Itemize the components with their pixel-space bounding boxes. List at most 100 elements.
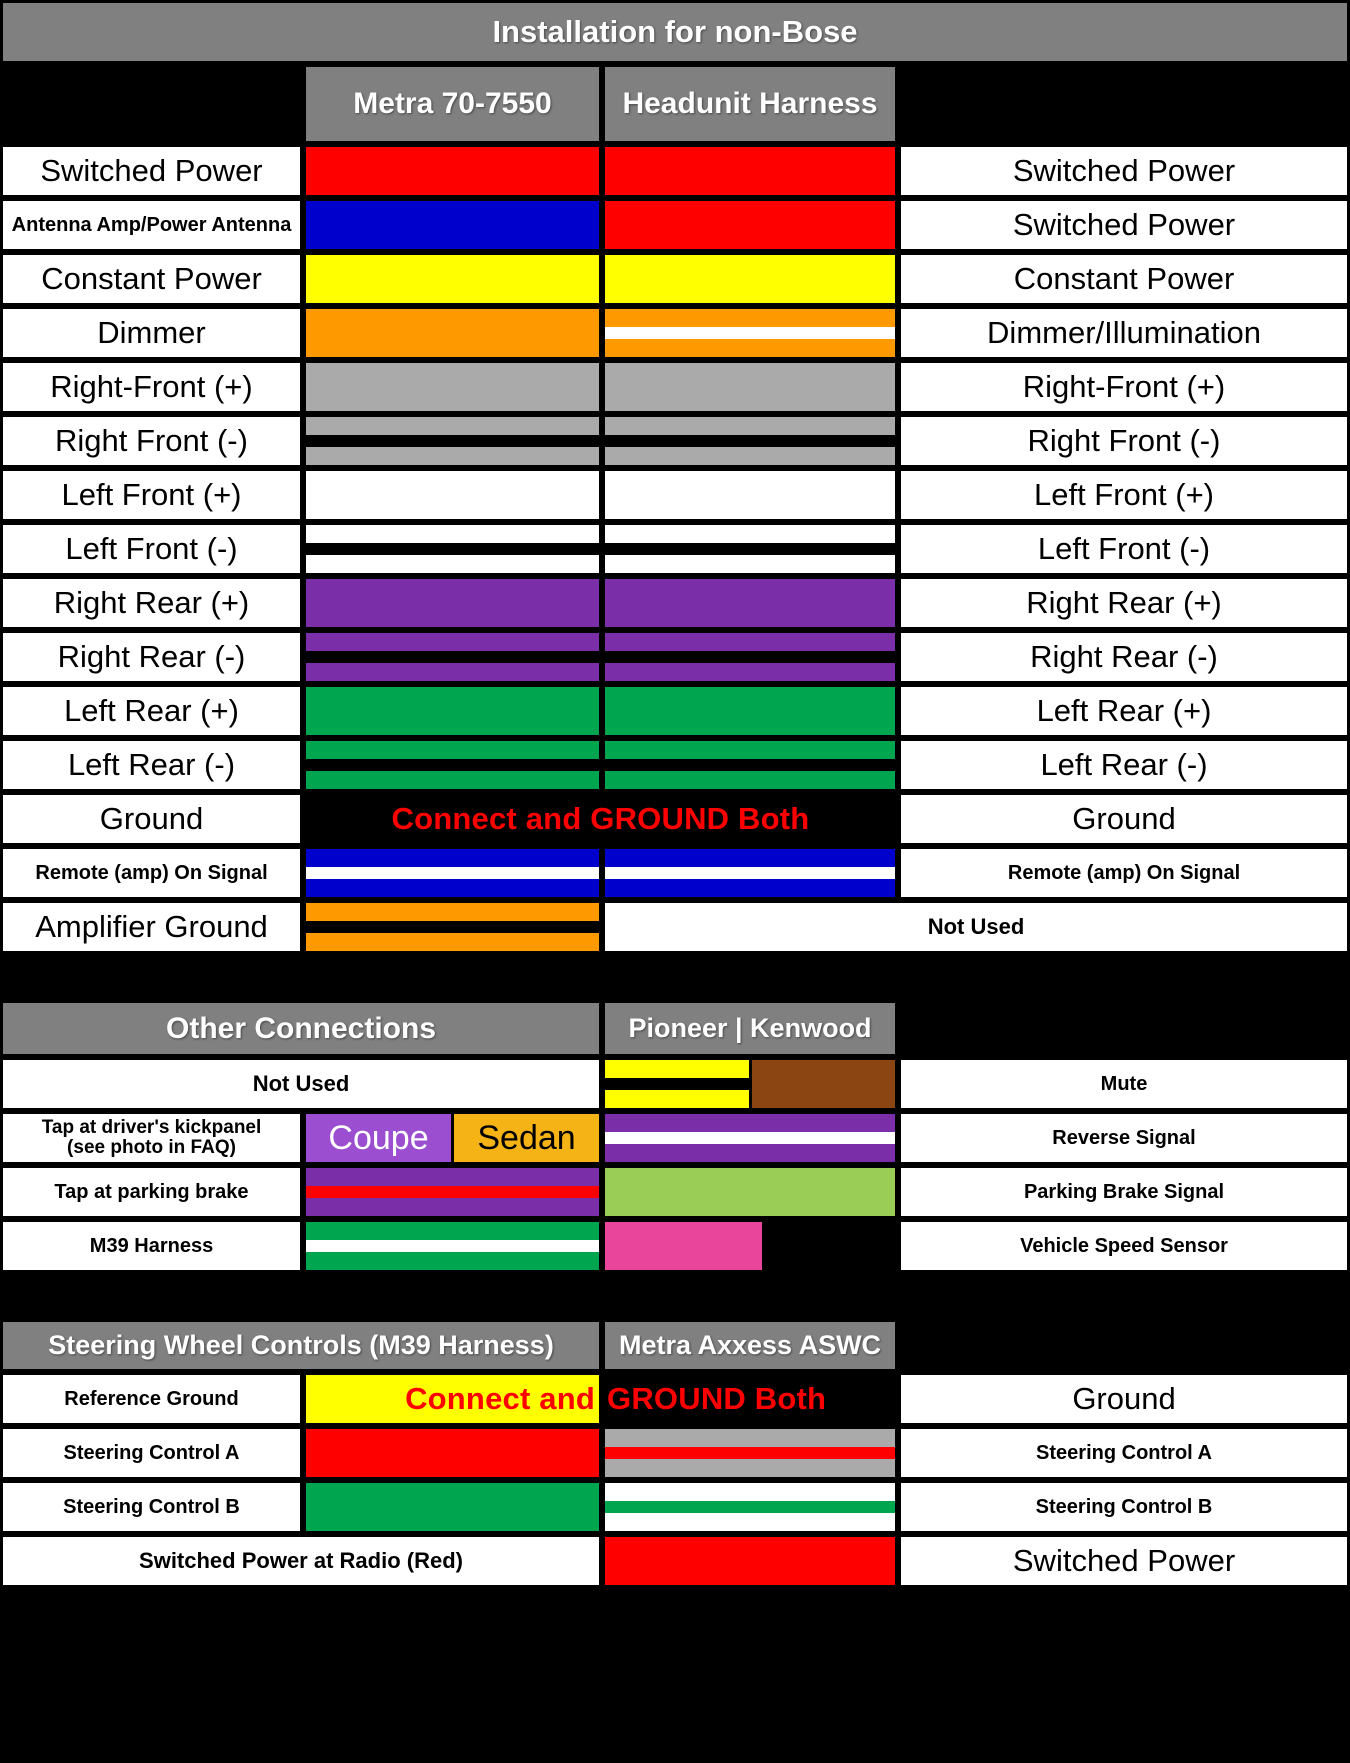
wire-band-group: [306, 417, 599, 465]
column-header-metra: Metra 70-7550: [303, 64, 602, 144]
wire-stripe: [605, 543, 895, 555]
row-label-right: Right Rear (-): [898, 630, 1350, 684]
wire-cell-metra: [303, 1165, 603, 1219]
row-label-right: Switched Power: [898, 1534, 1350, 1588]
column-header-metra-aswc: Metra Axxess ASWC: [602, 1319, 899, 1372]
wire-band-group: [605, 255, 895, 303]
wire-band: [306, 201, 599, 249]
wire-cell-headunit: [602, 360, 898, 414]
wire-band: [605, 1513, 896, 1531]
row-label-right: Left Rear (-): [898, 738, 1350, 792]
wire-band-group: [605, 471, 895, 519]
wire-cell-headunit: [602, 468, 898, 522]
row-label-right: Reverse Signal: [898, 1111, 1350, 1165]
wire-band: [306, 633, 599, 651]
table-row: Ground Connect and GROUND Both Ground: [0, 792, 1350, 846]
table-row: Remote (amp) On Signal Remote (amp) On Si…: [0, 846, 1350, 900]
wire-stripe: [605, 1132, 896, 1144]
row-label-left: Dimmer: [0, 306, 303, 360]
table-row: Right-Front (+) Right-Front (+): [0, 360, 1350, 414]
wire-band: [605, 255, 895, 303]
wire-band-group: [605, 1168, 896, 1216]
wire-band: [605, 1459, 896, 1477]
wire-band: [306, 903, 599, 921]
wire-band: [306, 255, 599, 303]
wire-cell-aswc: [602, 1426, 899, 1480]
table-row: Steering Control A Steering Control A: [0, 1426, 1350, 1480]
wire-half-right: [751, 1060, 896, 1108]
wire-cell-headunit: [602, 1165, 899, 1219]
wire-band: [306, 1483, 600, 1531]
table-row: Reference Ground Connect and GROUND Both Gr…: [0, 1372, 1350, 1426]
wire-half-blank: [761, 1222, 896, 1270]
wire-band: [306, 1222, 600, 1240]
wire-band-group: [306, 1375, 600, 1423]
wire-band: [605, 1060, 749, 1078]
table-row: Antenna Amp/Power Antenna Switched Power: [0, 198, 1350, 252]
wire-band-group: [605, 417, 895, 465]
row-label-left: Tap at parking brake: [0, 1165, 303, 1219]
wire-band-group: [306, 741, 599, 789]
wire-band-group: [605, 579, 895, 627]
wire-band: [605, 663, 895, 681]
section-2-title-row: Other Connections Pioneer | Kenwood: [0, 1000, 1350, 1057]
wire-stripe: [306, 867, 599, 879]
table-row: Constant Power Constant Power: [0, 252, 1350, 306]
row-label-right: Left Rear (+): [898, 684, 1350, 738]
wire-cell-headunit-split: [602, 1057, 899, 1111]
table-row: Dimmer Dimmer/Illumination: [0, 306, 1350, 360]
row-label-right: Ground: [898, 792, 1350, 846]
variant-coupe[interactable]: Coupe: [306, 1114, 455, 1162]
row-note-text-2: GROUND Both: [607, 1381, 827, 1416]
table-row: Left Front (+) Left Front (+): [0, 468, 1350, 522]
wire-band: [605, 1429, 896, 1447]
wire-cell-metra: [303, 468, 602, 522]
wire-cell-aswc: [602, 1480, 899, 1534]
table-row: Left Rear (-) Left Rear (-): [0, 738, 1350, 792]
table-row: Switched Power Switched Power: [0, 144, 1350, 198]
wire-band: [605, 309, 895, 327]
wire-band-group: [605, 525, 895, 573]
wire-band: [306, 447, 599, 465]
wire-band: [306, 579, 599, 627]
wire-cell-metra: [303, 576, 602, 630]
column-header-pioneer-kenwood: Pioneer | Kenwood: [602, 1000, 899, 1057]
wire-band: [605, 879, 895, 897]
wire-band: [306, 933, 599, 951]
variant-sedan-label: Sedan: [477, 1118, 576, 1157]
wire-band: [306, 1252, 600, 1270]
section-1-title: Installation for non-Bose: [0, 0, 1350, 64]
wire-band-group: [306, 849, 599, 897]
variant-cell: Coupe Sedan: [303, 1111, 603, 1165]
wire-band-group: [605, 1483, 896, 1531]
wire-band: [306, 1375, 600, 1423]
wire-band-group: [306, 633, 599, 681]
wire-cell-metra: [303, 1480, 603, 1534]
wire-cell-headunit: [602, 630, 898, 684]
section-1-column-header-row: Metra 70-7550 Headunit Harness: [0, 64, 1350, 144]
row-label-left: Left Front (-): [0, 522, 303, 576]
wire-band: [306, 555, 599, 573]
row-label-left: Left Front (+): [0, 468, 303, 522]
wire-band: [605, 471, 895, 519]
column-header-headunit: Headunit Harness: [602, 64, 898, 144]
row-label-left: Switched Power: [0, 144, 303, 198]
wire-band-group: [605, 147, 895, 195]
wire-cell-headunit: [602, 522, 898, 576]
wire-band-group: [306, 1483, 600, 1531]
wire-band: [306, 1198, 600, 1216]
row-label-left-span: Not Used: [0, 1057, 603, 1111]
wire-band: [605, 525, 895, 543]
wire-band-group: [605, 741, 895, 789]
wire-band: [306, 309, 599, 357]
row-label-right: Switched Power: [898, 198, 1350, 252]
wire-band: [605, 849, 895, 867]
wire-stripe: [605, 327, 895, 339]
row-label-right: Vehicle Speed Sensor: [898, 1219, 1350, 1273]
wire-band-group: [605, 849, 895, 897]
row-label-left: Right-Front (+): [0, 360, 303, 414]
wire-stripe: [306, 1240, 600, 1252]
wire-cell-metra: [303, 1219, 603, 1273]
variant-sedan[interactable]: Sedan: [454, 1114, 600, 1162]
wire-cell-metra: [303, 360, 602, 414]
